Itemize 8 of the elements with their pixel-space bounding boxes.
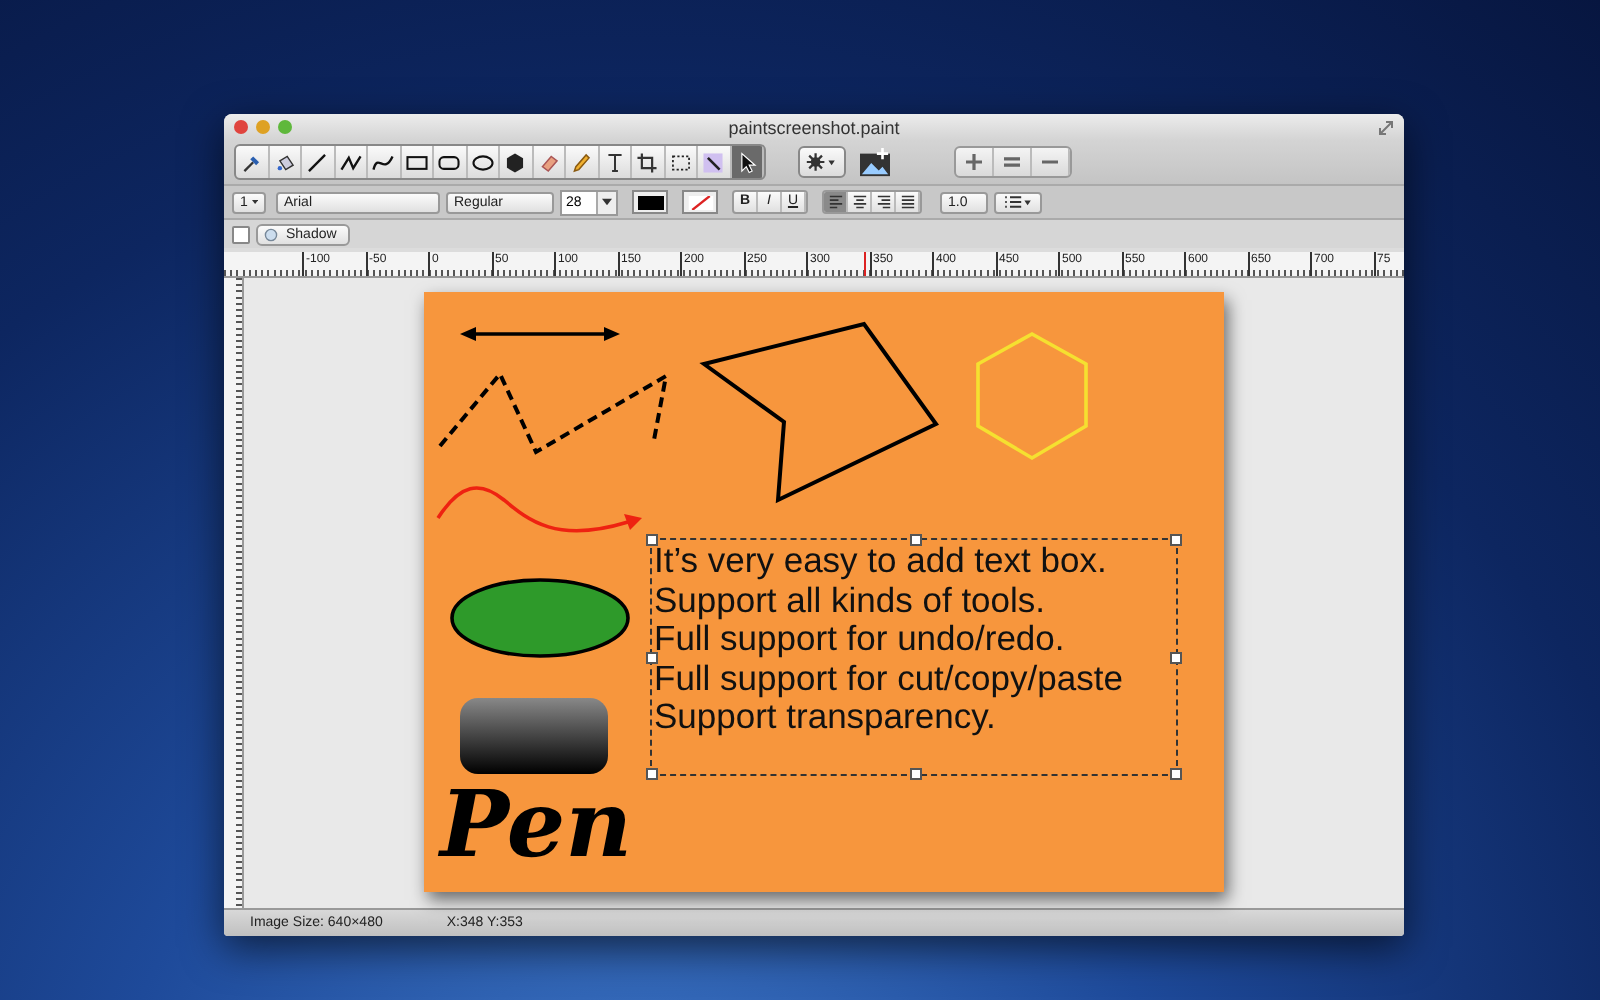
text-box[interactable]: It’s very easy to add text box. Support all kinds of tools. Full support for undo/redo. Full support for cut/copy/paste Support transparency. <box>650 538 1178 776</box>
window-title: paintscreenshot.paint <box>728 117 900 137</box>
handwritten-text: Pen <box>440 768 633 880</box>
text-line: Support transparency. <box>654 698 996 737</box>
text-line: It’s very easy to add text box. <box>654 542 1109 581</box>
text-line: Support all kinds of tools. <box>654 581 1048 620</box>
text-line: Full support for cut/copy/paste <box>654 659 1125 698</box>
text-line: Full support for undo/redo. <box>654 620 1067 659</box>
